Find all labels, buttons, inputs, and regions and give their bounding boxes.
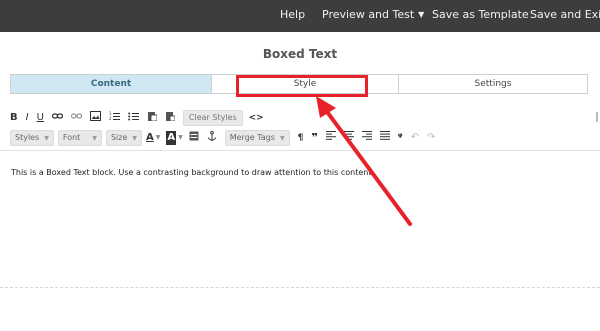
toolbar-overflow-indicator [596,112,598,122]
chevron-down-icon: ▼ [279,135,285,142]
size-dropdown[interactable]: Size ▼ [105,130,142,146]
chevron-down-icon: ▼ [418,10,425,19]
toolbar-divider [0,150,600,151]
styles-label: Styles [15,133,40,142]
save-and-exit-label: Save and Exit [530,8,600,21]
tab-style[interactable]: Style [212,75,399,93]
merge-tags-label: Merge Tags [229,133,275,142]
chevron-down-icon: ▼ [92,135,97,142]
editor-content[interactable]: This is a Boxed Text block. Use a contra… [11,168,374,177]
chevron-down-icon: ▼ [44,135,49,142]
merge-tags-dropdown[interactable]: Merge Tags ▼ [224,130,290,146]
special-character-icon[interactable]: ᵠ [398,131,403,145]
clear-styles-button[interactable]: Clear Styles [182,110,243,126]
save-and-exit-menu[interactable]: Save and Exit▼ [530,0,600,32]
background-color-button[interactable]: A [166,131,177,145]
bold-button[interactable]: B [10,111,18,125]
image-icon[interactable] [89,111,101,125]
align-left-icon[interactable] [325,131,336,145]
underline-button[interactable]: U [37,111,44,125]
tab-content[interactable]: Content [11,75,212,93]
content-boundary [0,287,600,288]
undo-icon[interactable]: ↶ [411,131,419,145]
tab-settings[interactable]: Settings [399,75,587,93]
panel-title: Boxed Text [262,47,338,61]
justify-icon[interactable] [379,131,390,145]
size-label: Size [110,133,128,142]
paste-from-word-icon[interactable] [147,111,157,125]
text-color-button[interactable]: A [146,131,154,145]
link-icon[interactable] [51,111,63,125]
anchor-icon[interactable] [207,131,217,145]
remove-format-icon[interactable] [165,111,175,125]
align-right-icon[interactable] [361,131,372,145]
chevron-down-icon[interactable]: ▼ [156,131,161,145]
paragraph-icon[interactable]: ¶ [298,131,304,145]
help-link[interactable]: Help [280,0,305,32]
bulleted-list-icon[interactable] [128,111,139,125]
chevron-down-icon: ▼ [132,135,137,142]
format-toolbar-row-1: B I U 12 Clear Styles <> [10,110,272,126]
font-label: Font [62,133,81,142]
unlink-icon[interactable] [70,111,82,125]
svg-text:2: 2 [109,116,112,121]
preview-and-test-label: Preview and Test [322,8,415,21]
font-dropdown[interactable]: Font ▼ [57,130,102,146]
editor-tabs: Content Style Settings [10,74,588,94]
chevron-down-icon[interactable]: ▼ [178,131,183,145]
table-icon[interactable] [189,131,199,145]
styles-dropdown[interactable]: Styles ▼ [10,130,54,146]
format-toolbar-row-2: Styles ▼ Font ▼ Size ▼ A ▼ A ▼ Merge Tags ▼ … [10,130,444,146]
save-as-template-button[interactable]: Save as Template [432,0,529,32]
numbered-list-icon[interactable]: 12 [109,111,120,125]
align-center-icon[interactable] [343,131,354,145]
source-code-button[interactable]: <> [249,111,264,125]
preview-and-test-menu[interactable]: Preview and Test ▼ [322,0,424,32]
block-quote-icon[interactable]: ❞ [311,131,317,145]
top-nav-bar: Help Preview and Test ▼ Save as Template … [0,0,600,32]
redo-icon[interactable]: ↷ [427,131,435,145]
italic-button[interactable]: I [26,111,29,125]
